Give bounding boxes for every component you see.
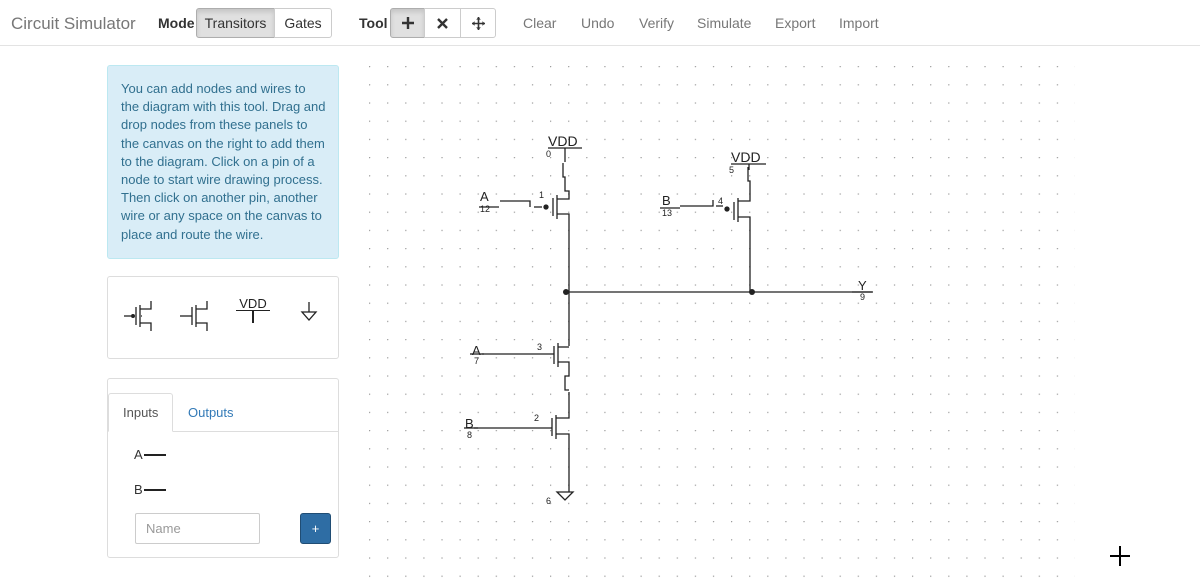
ground-node-icon[interactable] [299, 301, 319, 325]
move-icon [471, 16, 485, 30]
cross-icon [437, 17, 448, 29]
canvas-grid [355, 54, 1075, 578]
vdd-label-5: VDD [731, 149, 761, 165]
input-id-13: 13 [662, 208, 672, 218]
export-link[interactable]: Export [775, 15, 815, 31]
input-item-label: A [134, 447, 143, 462]
crosshair-cursor-icon [1110, 546, 1130, 566]
pmos-transistor-icon[interactable] [122, 295, 158, 335]
clear-link[interactable]: Clear [523, 15, 556, 31]
input-item-a[interactable]: A [134, 447, 166, 462]
junction-dot [563, 289, 569, 295]
navbar: Circuit Simulator Mode Transitors Gates … [0, 0, 1200, 46]
input-label-b-8: B [465, 416, 474, 431]
input-wire-icon [143, 453, 166, 456]
move-tool-button[interactable] [460, 8, 496, 38]
nmos-transistor-icon[interactable] [178, 295, 214, 335]
circuit-canvas[interactable]: VDD 0 VDD 5 A 12 B 13 A 7 B 8 1 4 3 2 Y … [355, 54, 1075, 578]
import-link[interactable]: Import [839, 15, 879, 31]
tool-label: Tool [359, 15, 388, 31]
input-id-8: 8 [467, 430, 472, 440]
output-id-9: 9 [860, 292, 865, 302]
io-panel: Inputs Outputs A B + [107, 378, 339, 558]
simulate-link[interactable]: Simulate [697, 15, 751, 31]
transistor-id-4: 4 [718, 196, 723, 206]
mode-gates-button[interactable]: Gates [274, 8, 332, 38]
transistor-id-3: 3 [537, 342, 542, 352]
vdd-id-0: 0 [546, 149, 551, 159]
add-tool-button[interactable] [390, 8, 425, 38]
verify-link[interactable]: Verify [639, 15, 674, 31]
transistor-id-2: 2 [534, 413, 539, 423]
app-title[interactable]: Circuit Simulator [11, 14, 136, 34]
input-label-b-13: B [662, 193, 671, 208]
name-input[interactable] [135, 513, 260, 544]
mode-label: Mode [158, 15, 195, 31]
input-wire-icon [143, 488, 166, 491]
delete-tool-button[interactable] [424, 8, 461, 38]
ground-id-6: 6 [546, 496, 551, 506]
input-item-label: B [134, 482, 143, 497]
tab-inputs[interactable]: Inputs [108, 393, 174, 432]
vdd-node-label: VDD [236, 297, 270, 311]
input-id-7: 7 [474, 356, 479, 366]
output-label-y: Y [858, 278, 867, 293]
undo-link[interactable]: Undo [581, 15, 614, 31]
input-item-b[interactable]: B [134, 482, 166, 497]
add-input-button[interactable]: + [300, 513, 331, 544]
mode-transistors-button[interactable]: Transitors [196, 8, 275, 38]
plus-icon [401, 17, 414, 29]
info-box: You can add nodes and wires to the diagr… [107, 65, 339, 259]
node-palette: VDD [107, 276, 339, 359]
vdd-node-icon[interactable]: VDD [236, 297, 270, 323]
vdd-label-0: VDD [548, 133, 578, 149]
vdd-id-5: 5 [729, 165, 734, 175]
input-id-12: 12 [480, 204, 490, 214]
input-label-a-12: A [480, 189, 489, 204]
transistor-id-1: 1 [539, 190, 544, 200]
tab-outputs[interactable]: Outputs [174, 393, 248, 432]
junction-dot [749, 289, 755, 295]
